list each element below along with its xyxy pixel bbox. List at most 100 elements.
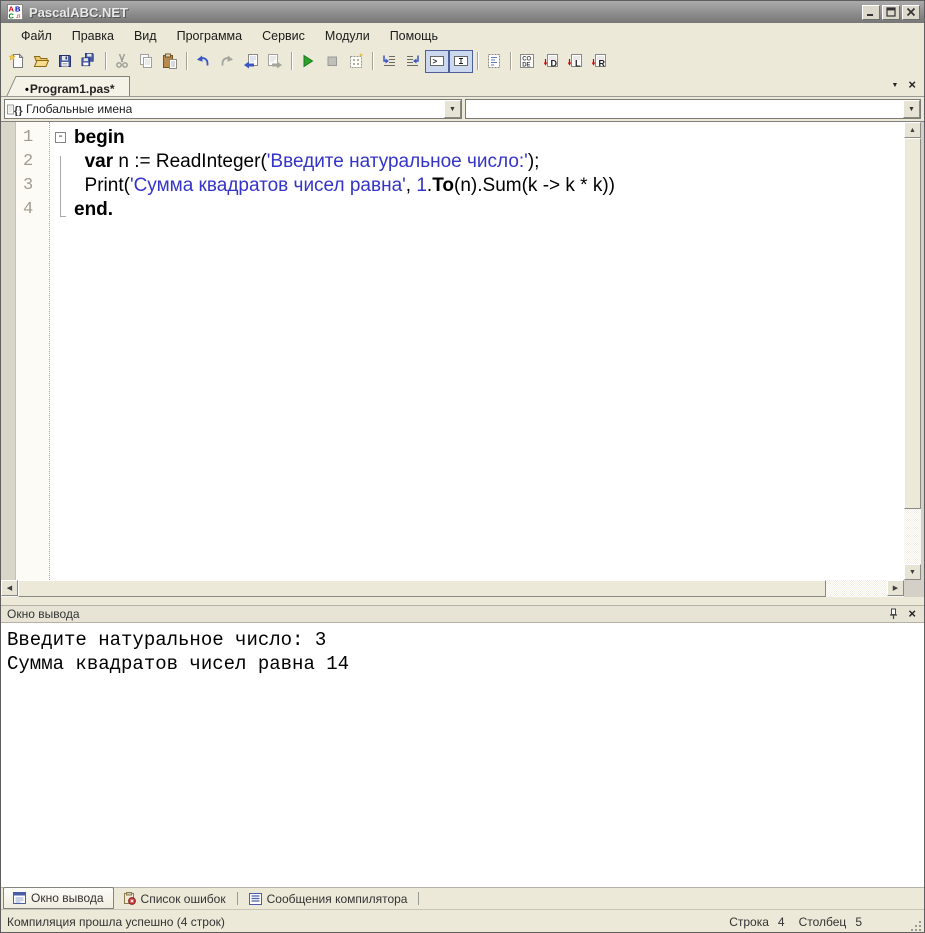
panel-tab-errors[interactable]: Список ошибок xyxy=(114,888,235,909)
menu-item[interactable]: Сервис xyxy=(252,26,315,46)
output-panel-header[interactable]: Окно вывода × xyxy=(1,605,924,623)
code-line[interactable]: begin xyxy=(74,126,904,150)
member-combo-arrow-icon[interactable]: ▼ xyxy=(903,100,920,118)
output-panel-title: Окно вывода xyxy=(7,607,80,621)
menu-item[interactable]: Правка xyxy=(62,26,124,46)
d-template-button[interactable]: D xyxy=(539,50,563,73)
toolbar-separator xyxy=(372,52,373,70)
paste-icon xyxy=(162,53,178,69)
paste-button[interactable] xyxy=(158,50,182,73)
svg-text:C: C xyxy=(9,12,15,21)
scroll-right-icon[interactable]: ▶ xyxy=(887,580,904,596)
output-window-toggle[interactable]: > xyxy=(425,50,449,73)
line-number: 1 xyxy=(16,126,49,150)
toolbar-separator xyxy=(105,52,106,70)
editor-vertical-scrollbar[interactable]: ▲ ▼ xyxy=(904,122,921,580)
save-button[interactable] xyxy=(53,50,77,73)
menu-item[interactable]: Модули xyxy=(315,26,380,46)
format-code-button[interactable] xyxy=(482,50,506,73)
code-token: Print( xyxy=(74,175,130,196)
code-editor-surface[interactable]: 1234 - begin var n := ReadInteger('Введи… xyxy=(1,122,924,580)
code-line[interactable]: var n := ReadInteger('Введите натурально… xyxy=(74,150,904,174)
expression-pad-button[interactable] xyxy=(344,50,368,73)
panel-tab-bar: Окно вывода Список ошибокСообщения компил… xyxy=(1,887,924,909)
scroll-up-icon[interactable]: ▲ xyxy=(904,122,921,138)
output-close-icon[interactable]: × xyxy=(908,609,916,619)
scope-combobox-value: Глобальные имена xyxy=(23,102,132,116)
r-template-button[interactable]: R xyxy=(587,50,611,73)
panel-tab-compiler[interactable]: Сообщения компилятора xyxy=(240,888,417,909)
hscroll-track[interactable] xyxy=(18,580,887,597)
nav-back-button[interactable] xyxy=(239,50,263,73)
nav-forward-button[interactable] xyxy=(263,50,287,73)
resize-grip[interactable] xyxy=(909,919,922,932)
input-window-toggle[interactable] xyxy=(449,50,473,73)
panel-splitter[interactable] xyxy=(1,597,924,605)
stop-button[interactable] xyxy=(320,50,344,73)
fold-toggle-icon[interactable]: - xyxy=(55,132,66,143)
scope-combo-arrow-icon[interactable]: ▼ xyxy=(444,100,461,118)
copy-button[interactable] xyxy=(134,50,158,73)
fold-marker[interactable]: - xyxy=(50,132,71,156)
cut-button[interactable] xyxy=(110,50,134,73)
input-window-toggle-icon xyxy=(453,53,469,69)
open-file-button[interactable] xyxy=(29,50,53,73)
code-line[interactable]: Print('Сумма квадратов чисел равна', 1.T… xyxy=(74,174,904,198)
code-token: 'Сумма квадратов чисел равна' xyxy=(130,175,406,196)
tab-close-icon[interactable]: × xyxy=(908,80,916,90)
copy-icon xyxy=(138,53,154,69)
panel-tab-label: Окно вывода xyxy=(31,891,104,905)
code-token: (n).Sum(k -> k * k)) xyxy=(454,175,615,196)
indent-icon xyxy=(381,53,397,69)
close-button[interactable] xyxy=(902,5,920,20)
menu-item[interactable]: Помощь xyxy=(380,26,448,46)
maximize-button[interactable] xyxy=(882,5,900,20)
output-window-icon xyxy=(13,892,26,904)
code-templates-button[interactable]: CODE xyxy=(515,50,539,73)
fold-marker xyxy=(50,180,71,204)
maximize-icon xyxy=(886,5,896,20)
panel-tab-output[interactable]: Окно вывода xyxy=(3,887,114,909)
editor-horizontal-scrollbar[interactable]: ◀ ▶ xyxy=(1,580,924,597)
navigation-bar: {} Глобальные имена ▼ ▼ xyxy=(1,97,924,121)
pin-icon[interactable] xyxy=(888,608,899,620)
document-tab-bar: •Program1.pas* ▼ × xyxy=(1,74,924,97)
run-button[interactable] xyxy=(296,50,320,73)
menu-item[interactable]: Программа xyxy=(167,26,253,46)
menu-item[interactable]: Вид xyxy=(124,26,167,46)
scroll-down-icon[interactable]: ▼ xyxy=(904,564,921,580)
save-icon xyxy=(57,53,73,69)
vscroll-track[interactable] xyxy=(904,138,921,564)
code-text-area[interactable]: begin var n := ReadInteger('Введите нату… xyxy=(71,122,904,580)
new-file-button[interactable] xyxy=(5,50,29,73)
scope-combobox[interactable]: {} Глобальные имена ▼ xyxy=(4,99,462,119)
title-bar[interactable]: ABC.n PascalABC.NET xyxy=(1,1,924,23)
indent-button[interactable] xyxy=(377,50,401,73)
hscroll-thumb[interactable] xyxy=(18,580,826,597)
run-icon xyxy=(300,53,316,69)
r-template-icon: R xyxy=(591,53,607,69)
tab-label: Program1.pas* xyxy=(30,82,115,96)
stop-icon xyxy=(324,53,340,69)
outdent-button[interactable] xyxy=(401,50,425,73)
fold-margin: - xyxy=(50,122,71,580)
tab-program1[interactable]: •Program1.pas* xyxy=(17,76,130,96)
line-number: 2 xyxy=(16,150,49,174)
undo-button[interactable] xyxy=(191,50,215,73)
tab-list-chevron-icon[interactable]: ▼ xyxy=(891,82,898,89)
l-template-button[interactable]: L xyxy=(563,50,587,73)
save-all-button[interactable] xyxy=(77,50,101,73)
scroll-left-icon[interactable]: ◀ xyxy=(1,580,18,596)
member-combobox[interactable]: ▼ xyxy=(465,99,921,119)
menu-item[interactable]: Файл xyxy=(11,26,62,46)
code-editor[interactable]: 1234 - begin var n := ReadInteger('Введи… xyxy=(1,121,924,597)
save-all-icon xyxy=(81,53,97,69)
code-line[interactable]: end. xyxy=(74,198,904,222)
minimize-button[interactable] xyxy=(862,5,880,20)
output-window[interactable]: Введите натуральное число: 3Сумма квадра… xyxy=(1,623,924,887)
svg-text:R: R xyxy=(599,59,606,69)
toolbar-separator xyxy=(291,52,292,70)
compiler-messages-icon xyxy=(249,893,262,905)
redo-button[interactable] xyxy=(215,50,239,73)
vscroll-thumb[interactable] xyxy=(904,138,921,509)
